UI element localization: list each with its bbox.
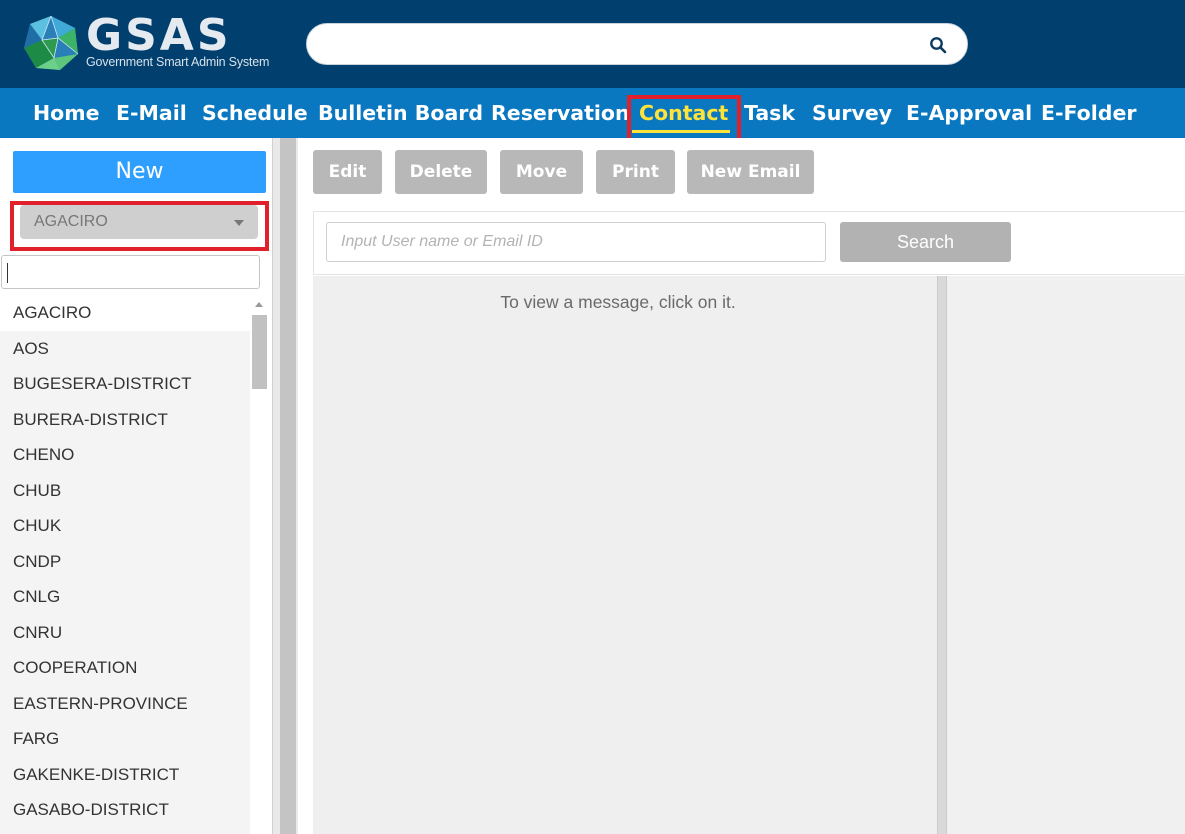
scroll-up-arrow-icon[interactable] [255, 302, 263, 307]
list-item[interactable]: GAKENKE-DISTRICT [0, 757, 250, 793]
sidebar: New AGACIRO AGACIRO AOS BUGESERA-DISTRICT B… [0, 138, 272, 834]
organization-filter-input[interactable] [1, 255, 260, 289]
scroll-thumb[interactable] [252, 315, 267, 389]
organization-list[interactable]: AGACIRO AOS BUGESERA-DISTRICT BURERA-DISTRI… [0, 295, 250, 834]
new-button[interactable]: New [13, 151, 266, 193]
list-item[interactable]: CHENO [0, 437, 250, 473]
globe-logo-icon [24, 15, 79, 70]
message-list-pane[interactable]: To view a message, click on it. [313, 276, 937, 834]
new-email-button[interactable]: New Email [687, 150, 814, 194]
gsas-logo[interactable]: GSAS Government Smart Admin System [22, 10, 277, 72]
top-header: GSAS Government Smart Admin System [0, 0, 1185, 88]
edit-button[interactable]: Edit [313, 150, 382, 194]
list-item[interactable]: BUGESERA-DISTRICT [0, 366, 250, 402]
delete-button[interactable]: Delete [395, 150, 487, 194]
user-search-input[interactable] [326, 222, 826, 262]
list-scrollbar[interactable] [250, 295, 270, 834]
brand-tagline: Government Smart Admin System [86, 55, 270, 69]
nav-email[interactable]: E-Mail [116, 88, 187, 138]
search-icon[interactable] [929, 36, 947, 54]
nav-reservation[interactable]: Reservation [491, 88, 630, 138]
empty-state-message: To view a message, click on it. [500, 292, 736, 312]
list-item[interactable]: CHUB [0, 473, 250, 509]
list-item[interactable]: CNRU [0, 615, 250, 651]
nav-schedule[interactable]: Schedule [202, 88, 308, 138]
nav-home[interactable]: Home [33, 88, 100, 138]
list-item[interactable]: FARG [0, 721, 250, 757]
main-content: Edit Delete Move Print New Email Search … [298, 138, 1185, 834]
global-search-input[interactable] [306, 23, 968, 65]
brand-name: GSAS [86, 10, 232, 61]
main-nav: Home E-Mail Schedule Bulletin Board Rese… [0, 88, 1185, 138]
list-item[interactable]: BURERA-DISTRICT [0, 402, 250, 438]
nav-e-approval[interactable]: E-Approval [906, 88, 1032, 138]
dropdown-highlight-box [10, 201, 269, 251]
message-detail-pane [947, 276, 1185, 834]
list-item[interactable]: CNLG [0, 579, 250, 615]
move-button[interactable]: Move [500, 150, 583, 194]
pane-splitter[interactable] [937, 276, 947, 834]
nav-e-folder[interactable]: E-Folder [1041, 88, 1136, 138]
list-item[interactable]: CHUK [0, 508, 250, 544]
nav-bulletin-board[interactable]: Bulletin Board [318, 88, 483, 138]
user-search-bar: Search [313, 211, 1185, 275]
list-item[interactable]: GASABO-DISTRICT [0, 792, 250, 828]
search-button[interactable]: Search [840, 222, 1011, 262]
list-item[interactable]: COOPERATION [0, 650, 250, 686]
list-item[interactable]: AOS [0, 331, 250, 367]
list-item[interactable]: AGACIRO [0, 295, 250, 331]
list-item[interactable]: EASTERN-PROVINCE [0, 686, 250, 722]
nav-task[interactable]: Task [744, 88, 795, 138]
splitter-handle[interactable] [280, 138, 296, 834]
text-cursor [7, 263, 8, 283]
list-item[interactable]: CNDP [0, 544, 250, 580]
nav-survey[interactable]: Survey [812, 88, 892, 138]
print-button[interactable]: Print [596, 150, 675, 194]
